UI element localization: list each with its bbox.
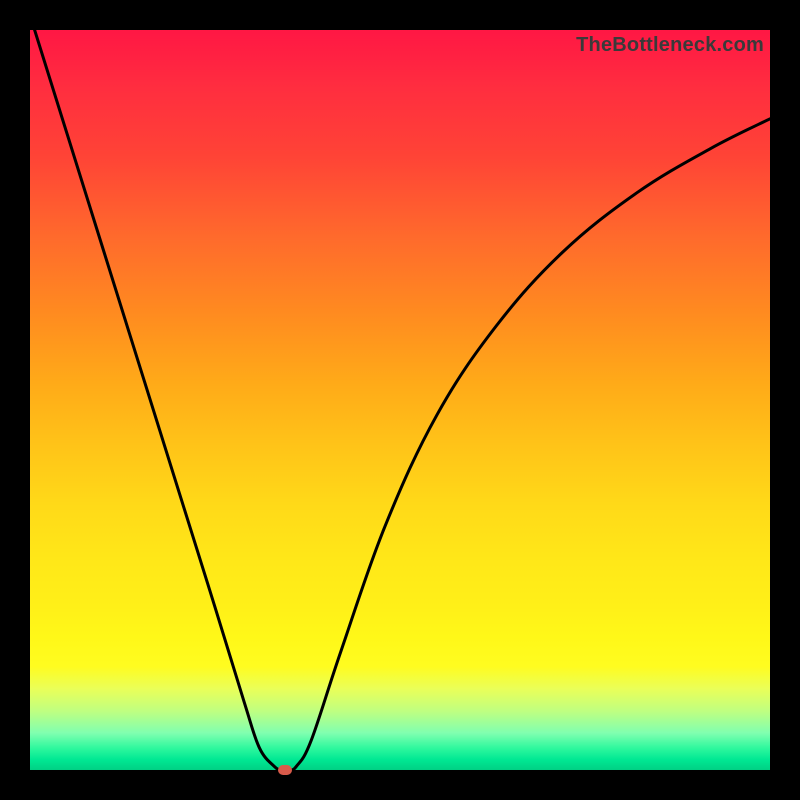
chart-frame: TheBottleneck.com xyxy=(0,0,800,800)
optimal-point-marker xyxy=(278,765,292,775)
plot-area: TheBottleneck.com xyxy=(30,30,770,770)
bottleneck-curve xyxy=(30,30,770,770)
